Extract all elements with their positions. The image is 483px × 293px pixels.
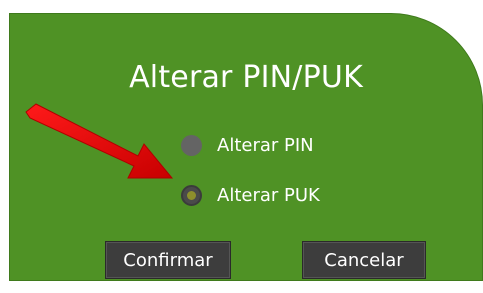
cancel-button[interactable]: Cancelar: [302, 241, 426, 279]
radio-selected-icon[interactable]: [181, 184, 202, 206]
option-change-puk-label: Alterar PUK: [217, 184, 320, 206]
option-change-pin[interactable]: Alterar PIN: [181, 133, 314, 157]
radio-unselected-icon[interactable]: [181, 134, 202, 156]
change-pin-puk-dialog: Alterar PIN/PUK Alterar PIN Alterar PUK …: [9, 13, 483, 281]
dialog-title: Alterar PIN/PUK: [129, 60, 363, 95]
option-change-pin-label: Alterar PIN: [217, 134, 314, 156]
confirm-button[interactable]: Confirmar: [105, 241, 231, 279]
option-change-puk[interactable]: Alterar PUK: [181, 183, 320, 207]
screenshot-stage: Alterar PIN/PUK Alterar PIN Alterar PUK …: [0, 0, 483, 293]
